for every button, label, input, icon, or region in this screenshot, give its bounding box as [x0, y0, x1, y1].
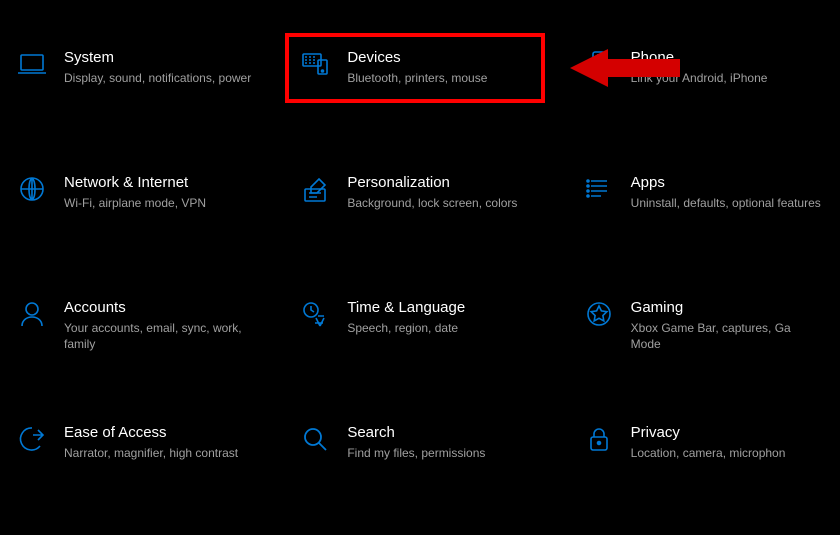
- tile-title: Privacy: [631, 423, 824, 443]
- tile-description: Wi-Fi, airplane mode, VPN: [64, 195, 257, 212]
- tile-description: Find my files, permissions: [347, 445, 540, 462]
- tile-description: Narrator, magnifier, high contrast: [64, 445, 257, 462]
- tile-title: Time & Language: [347, 298, 540, 318]
- devices-icon: [299, 48, 331, 80]
- tile-text: Personalization Background, lock screen, …: [347, 173, 540, 211]
- globe-icon: [16, 173, 48, 205]
- tile-description: Your accounts, email, sync, work, family: [64, 320, 257, 354]
- tile-text: System Display, sound, notifications, pow…: [64, 48, 257, 86]
- tile-text: Apps Uninstall, defaults, optional featur…: [631, 173, 824, 211]
- settings-tile-personalization[interactable]: Personalization Background, lock screen, …: [293, 165, 546, 285]
- tile-description: Xbox Game Bar, captures, Ga Mode: [631, 320, 824, 354]
- tile-description: Background, lock screen, colors: [347, 195, 540, 212]
- tile-title: Phone: [631, 48, 824, 68]
- tile-text: Ease of Access Narrator, magnifier, high …: [64, 423, 257, 461]
- settings-tile-apps[interactable]: Apps Uninstall, defaults, optional featur…: [577, 165, 830, 285]
- tile-text: Time & Language Speech, region, date: [347, 298, 540, 336]
- gaming-icon: [583, 298, 615, 330]
- lock-icon: [583, 423, 615, 455]
- laptop-icon: [16, 48, 48, 80]
- settings-tile-ease[interactable]: Ease of Access Narrator, magnifier, high …: [10, 415, 263, 535]
- settings-tile-time[interactable]: Time & Language Speech, region, date: [293, 290, 546, 410]
- pen-icon: [299, 173, 331, 205]
- tile-title: Accounts: [64, 298, 257, 318]
- tile-description: Bluetooth, printers, mouse: [347, 70, 540, 87]
- ease-icon: [16, 423, 48, 455]
- tile-title: Ease of Access: [64, 423, 257, 443]
- settings-tile-system[interactable]: System Display, sound, notifications, pow…: [10, 40, 263, 160]
- tile-description: Speech, region, date: [347, 320, 540, 337]
- phone-icon: [583, 48, 615, 80]
- tile-text: GamingXbox Game Bar, captures, Ga Mode: [631, 298, 824, 353]
- tile-title: Search: [347, 423, 540, 443]
- settings-tile-search[interactable]: Search Find my files, permissions: [293, 415, 546, 535]
- settings-categories-grid: System Display, sound, notifications, pow…: [0, 0, 840, 535]
- tile-text: Search Find my files, permissions: [347, 423, 540, 461]
- tile-title: Network & Internet: [64, 173, 257, 193]
- tile-title: Gaming: [631, 298, 824, 318]
- settings-tile-devices[interactable]: Devices Bluetooth, printers, mouse: [293, 40, 546, 160]
- tile-description: Link your Android, iPhone: [631, 70, 824, 87]
- apps-icon: [583, 173, 615, 205]
- time-lang-icon: [299, 298, 331, 330]
- tile-description: Display, sound, notifications, power: [64, 70, 257, 87]
- tile-text: Phone Link your Android, iPhone: [631, 48, 824, 86]
- tile-title: Apps: [631, 173, 824, 193]
- tile-description: Location, camera, microphon: [631, 445, 824, 462]
- tile-text: Devices Bluetooth, printers, mouse: [347, 48, 540, 86]
- settings-tile-privacy[interactable]: Privacy Location, camera, microphon: [577, 415, 830, 535]
- tile-description: Uninstall, defaults, optional features: [631, 195, 824, 212]
- settings-tile-accounts[interactable]: AccountsYour accounts, email, sync, work…: [10, 290, 263, 410]
- tile-text: Privacy Location, camera, microphon: [631, 423, 824, 461]
- settings-tile-gaming[interactable]: GamingXbox Game Bar, captures, Ga Mode: [577, 290, 830, 410]
- tile-text: AccountsYour accounts, email, sync, work…: [64, 298, 257, 353]
- tile-title: Devices: [347, 48, 540, 68]
- tile-text: Network & Internet Wi-Fi, airplane mode, …: [64, 173, 257, 211]
- settings-tile-network[interactable]: Network & Internet Wi-Fi, airplane mode, …: [10, 165, 263, 285]
- settings-tile-phone[interactable]: Phone Link your Android, iPhone: [577, 40, 830, 160]
- person-icon: [16, 298, 48, 330]
- tile-title: Personalization: [347, 173, 540, 193]
- search-icon: [299, 423, 331, 455]
- tile-title: System: [64, 48, 257, 68]
